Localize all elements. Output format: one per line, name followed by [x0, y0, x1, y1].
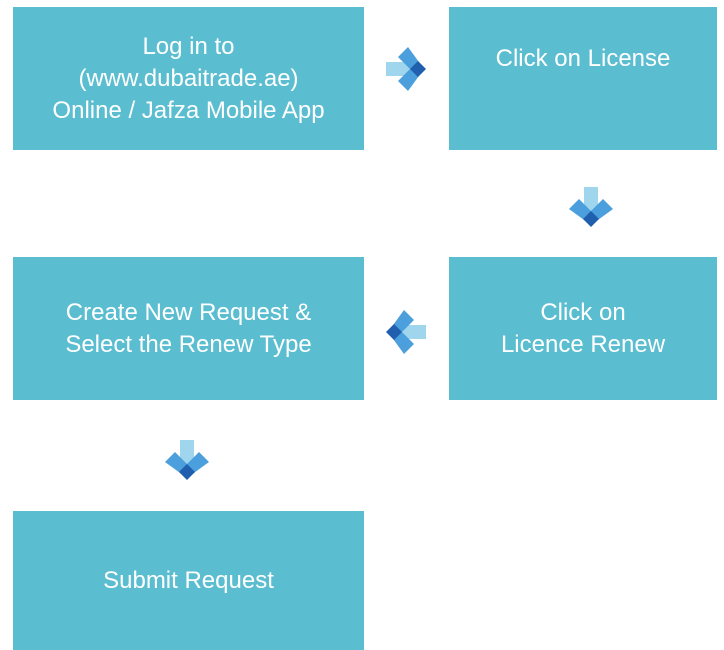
chevron-arrow-right-icon	[380, 43, 432, 95]
step-login-line-2: (www.dubaitrade.ae)	[78, 64, 299, 92]
step-click-license-line-1: Click on License	[495, 45, 671, 72]
step-submit-request-box: Submit Request	[13, 511, 364, 650]
step-licence-renew-line-2: Licence Renew	[500, 330, 666, 358]
step-licence-renew-box: Click on Licence Renew	[449, 257, 717, 400]
step-create-request-line-2: Select the Renew Type	[65, 330, 312, 358]
chevron-arrow-down-icon	[161, 434, 213, 486]
step-login-line-3: Online / Jafza Mobile App	[52, 96, 325, 124]
step-create-request-box: Create New Request & Select the Renew Ty…	[13, 257, 364, 400]
step-login-box: Log in to (www.dubaitrade.ae) Online / J…	[13, 7, 364, 150]
step-create-request-line-1: Create New Request &	[65, 298, 312, 326]
step-licence-renew-line-1: Click on	[540, 298, 626, 326]
chevron-arrow-down-icon	[565, 181, 617, 233]
step-click-license-box: Click on License	[449, 7, 717, 150]
flow-diagram: Log in to (www.dubaitrade.ae) Online / J…	[0, 0, 724, 650]
chevron-arrow-left-icon	[380, 306, 432, 358]
step-submit-request-line-1: Submit Request	[103, 567, 274, 594]
step-login-line-1: Log in to	[142, 32, 235, 60]
